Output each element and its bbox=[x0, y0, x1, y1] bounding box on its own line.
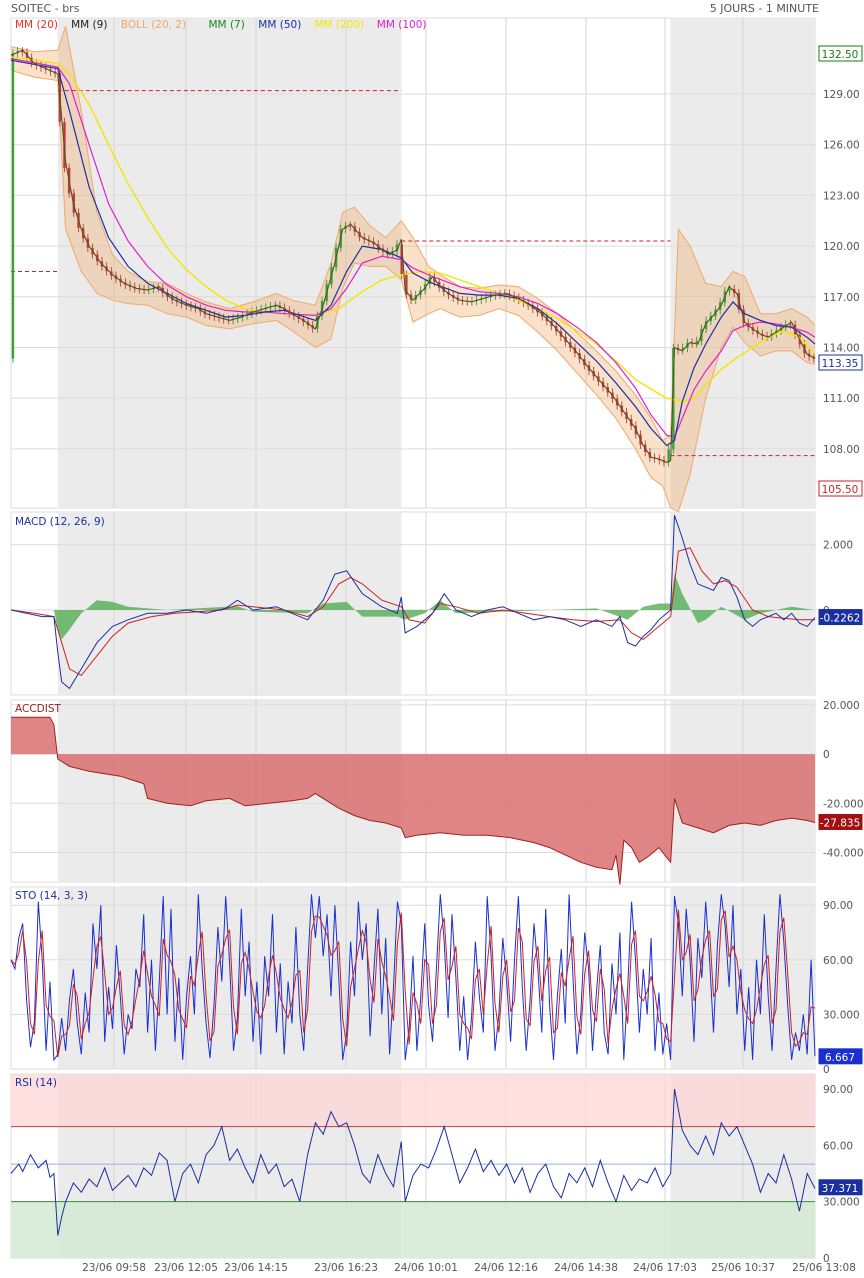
price-y-tick-label: 117.00 bbox=[823, 292, 860, 304]
rsi-oversold-zone bbox=[11, 1201, 815, 1258]
x-tick-label: 24/06 17:03 bbox=[633, 1262, 697, 1274]
macd-badge: -0.2262 bbox=[820, 613, 861, 625]
price-y-tick-label: 108.00 bbox=[823, 444, 860, 456]
legend-item: MM (100) bbox=[377, 19, 427, 31]
macd-y-tick-label: 2.000 bbox=[823, 540, 853, 552]
price-y-tick-label: 114.00 bbox=[823, 342, 860, 354]
legend-item: MM (200) bbox=[314, 19, 364, 31]
x-tick-label: 25/06 13:08 bbox=[792, 1262, 856, 1274]
rsi-title: RSI (14) bbox=[15, 1077, 57, 1089]
rsi-overbought-zone bbox=[11, 1074, 815, 1127]
candle-body bbox=[348, 225, 352, 227]
x-tick-label: 25/06 10:37 bbox=[711, 1262, 775, 1274]
candle-body bbox=[667, 449, 670, 463]
sto-badge: 6.667 bbox=[825, 1052, 855, 1064]
legend-item: BOLL (20, 2) bbox=[121, 19, 186, 31]
legend-item: MM (20) bbox=[15, 19, 58, 31]
sto-y-tick-label: 60.00 bbox=[823, 955, 853, 967]
accdist-y-tick-label: 0 bbox=[823, 749, 830, 761]
sto-y-tick-label: 30.000 bbox=[823, 1009, 860, 1021]
price-badge-last: 113.35 bbox=[822, 358, 859, 370]
candle-body bbox=[789, 324, 792, 326]
accdist-y-tick-label: -40.000 bbox=[823, 847, 864, 859]
sto-title: STO (14, 3, 3) bbox=[15, 890, 88, 902]
price-y-tick-label: 129.00 bbox=[823, 89, 860, 101]
accdist-y-tick-label: -20.000 bbox=[823, 798, 864, 810]
macd-title: MACD (12, 26, 9) bbox=[15, 516, 105, 528]
rsi-y-tick-label: 30.000 bbox=[823, 1197, 860, 1209]
price-y-tick-label: 120.00 bbox=[823, 241, 860, 253]
price-badge-low: 105.50 bbox=[822, 484, 859, 496]
x-tick-label: 23/06 12:05 bbox=[154, 1262, 218, 1274]
legend-item: MM (9) bbox=[71, 19, 107, 31]
sto-y-tick-label: 0 bbox=[823, 1064, 830, 1076]
price-y-tick-label: 126.00 bbox=[823, 140, 860, 152]
candle-body bbox=[11, 53, 15, 359]
x-tick-label: 24/06 12:16 bbox=[474, 1262, 538, 1274]
x-tick-label: 24/06 14:38 bbox=[554, 1262, 618, 1274]
x-tick-label: 23/06 14:15 bbox=[224, 1262, 288, 1274]
candle-body bbox=[21, 51, 24, 53]
sto-session-band bbox=[57, 887, 402, 1069]
candle-body bbox=[695, 341, 698, 344]
accdist-title: ACCDIST bbox=[15, 703, 62, 715]
sto-y-tick-label: 90.00 bbox=[823, 900, 853, 912]
rsi-y-tick-label: 90.00 bbox=[823, 1084, 853, 1096]
accdist-badge: -27.835 bbox=[820, 817, 861, 829]
rsi-badge: 37.371 bbox=[822, 1183, 859, 1195]
rsi-y-tick-label: 60.00 bbox=[823, 1140, 853, 1152]
x-tick-label: 24/06 10:01 bbox=[394, 1262, 458, 1274]
stock-chart: 129.00 126.00 123.00 120.00 117.00 114.00 111.… bbox=[10, 17, 864, 1274]
x-tick-label: 23/06 16:23 bbox=[314, 1262, 378, 1274]
legend-item: MM (50) bbox=[258, 19, 301, 31]
price-badge-high: 132.50 bbox=[822, 49, 859, 61]
legend-item: MM (7) bbox=[209, 19, 245, 31]
price-y-tick-label: 111.00 bbox=[823, 393, 860, 405]
x-tick-label: 23/06 09:58 bbox=[82, 1262, 146, 1274]
accdist-y-tick-label: 20.000 bbox=[823, 700, 860, 712]
candle-body bbox=[728, 289, 731, 292]
price-y-tick-label: 123.00 bbox=[823, 190, 860, 202]
